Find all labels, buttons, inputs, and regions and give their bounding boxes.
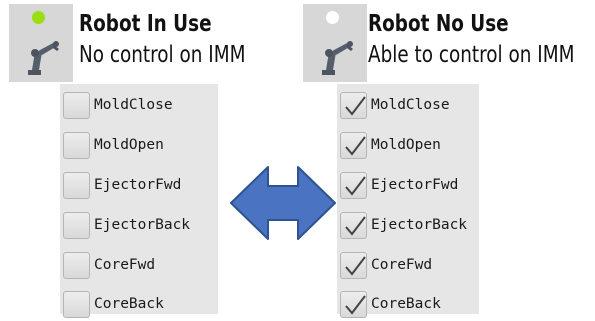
checkbox-ejectorback[interactable]: EjectorBack xyxy=(63,208,190,242)
checkbox-corefwd[interactable]: CoreFwd xyxy=(340,248,432,282)
checkbox-ejectorfwd[interactable]: EjectorFwd xyxy=(63,168,181,202)
robot-arm-icon xyxy=(28,41,59,75)
checkbox-corefwd[interactable]: CoreFwd xyxy=(63,248,155,282)
checkbox-label: CoreBack xyxy=(371,296,441,312)
checkmark-icon xyxy=(345,95,366,116)
checkbox-label: EjectorBack xyxy=(371,217,468,233)
checkbox-label: EjectorFwd xyxy=(371,177,459,193)
checkbox-label: CoreBack xyxy=(94,296,164,312)
checkbox-box[interactable] xyxy=(63,211,90,239)
checkbox-coreback[interactable]: CoreBack xyxy=(340,287,441,321)
green-dot-icon xyxy=(32,11,45,24)
in-use-checkbox-panel: MoldClose MoldOpen EjectorFwd EjectorBac… xyxy=(60,84,218,318)
checkmark-icon xyxy=(345,175,366,196)
in-use-subtitle: No control on IMM xyxy=(79,42,246,68)
checkbox-box[interactable] xyxy=(63,251,90,279)
checkbox-label: MoldOpen xyxy=(371,137,441,153)
double-arrow-icon xyxy=(230,166,336,240)
checkbox-box[interactable] xyxy=(340,131,367,159)
checkbox-box[interactable] xyxy=(63,171,90,199)
in-use-header: Robot In Use No control on IMM xyxy=(79,10,287,72)
checkbox-label: MoldClose xyxy=(94,97,173,113)
checkbox-moldopen[interactable]: MoldOpen xyxy=(340,128,441,162)
checkmark-icon xyxy=(345,294,366,315)
checkbox-box[interactable] xyxy=(340,211,367,239)
checkbox-box[interactable] xyxy=(63,290,90,318)
checkbox-coreback[interactable]: CoreBack xyxy=(63,287,164,321)
checkmark-icon xyxy=(345,135,366,156)
robot-status-icon-no-use xyxy=(303,4,367,82)
checkbox-label: CoreFwd xyxy=(371,257,433,273)
white-dot-icon xyxy=(326,11,339,24)
checkbox-moldclose[interactable]: MoldClose xyxy=(63,88,173,122)
checkbox-moldclose[interactable]: MoldClose xyxy=(340,88,450,122)
checkbox-box[interactable] xyxy=(340,251,367,279)
in-use-title: Robot In Use xyxy=(79,11,212,37)
checkbox-ejectorback[interactable]: EjectorBack xyxy=(340,208,467,242)
checkbox-box[interactable] xyxy=(340,91,367,119)
checkmark-icon xyxy=(345,255,366,276)
checkbox-box[interactable] xyxy=(63,91,90,119)
no-use-subtitle: Able to control on IMM xyxy=(368,42,575,68)
checkbox-moldopen[interactable]: MoldOpen xyxy=(63,128,164,162)
no-use-header: Robot No Use Able to control on IMM xyxy=(368,10,595,72)
checkbox-box[interactable] xyxy=(63,131,90,159)
no-use-checkbox-panel: MoldClose MoldOpen EjectorFwd EjectorBac… xyxy=(337,84,479,318)
checkbox-box[interactable] xyxy=(340,171,367,199)
checkbox-ejectorfwd[interactable]: EjectorFwd xyxy=(340,168,458,202)
checkbox-label: EjectorBack xyxy=(94,217,191,233)
checkbox-label: EjectorFwd xyxy=(94,177,182,193)
checkbox-box[interactable] xyxy=(340,290,367,318)
robot-arm-icon xyxy=(322,41,353,75)
checkbox-label: CoreFwd xyxy=(94,257,156,273)
checkbox-label: MoldClose xyxy=(371,97,450,113)
checkbox-label: MoldOpen xyxy=(94,137,164,153)
checkmark-icon xyxy=(345,215,366,236)
no-use-title: Robot No Use xyxy=(368,11,509,37)
robot-status-icon-in-use xyxy=(9,4,73,82)
